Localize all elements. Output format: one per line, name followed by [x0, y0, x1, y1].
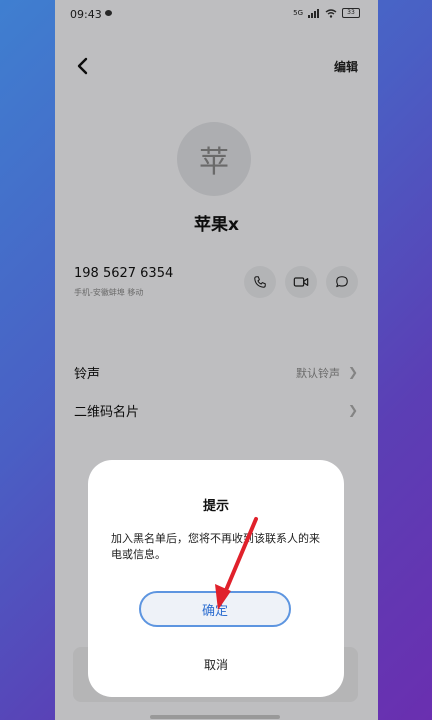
dialog-message: 加入黑名单后，您将不再收到该联系人的来电或信息。 [111, 532, 320, 561]
cancel-button[interactable]: 取消 [88, 656, 344, 673]
home-indicator [150, 715, 280, 719]
dialog-title: 提示 [202, 499, 229, 514]
confirm-button[interactable]: 确定 [139, 591, 291, 627]
blacklist-confirm-dialog: 提示 加入黑名单后，您将不再收到该联系人的来电或信息。 确定 取消 [88, 460, 344, 697]
